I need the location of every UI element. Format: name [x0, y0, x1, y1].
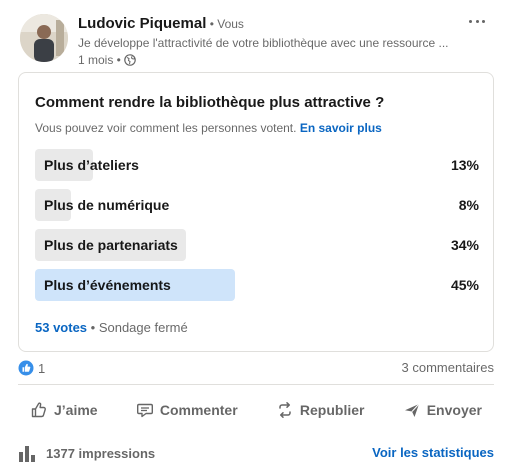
repost-label: Republier	[299, 402, 365, 418]
learn-more-link[interactable]: En savoir plus	[300, 121, 382, 135]
poll-option-label: Plus d’ateliers	[44, 157, 139, 173]
poll-question: Comment rendre la bibliothèque plus attr…	[35, 94, 385, 111]
send-icon	[404, 403, 420, 417]
view-stats-link[interactable]: Voir les statistiques	[372, 445, 494, 460]
repost-button[interactable]: Republier	[264, 392, 377, 428]
poll-note: Vous pouvez voir comment les personnes v…	[35, 120, 382, 136]
poll-note-text: Vous pouvez voir comment les personnes v…	[35, 121, 297, 135]
author-name[interactable]: Ludovic Piquemal	[78, 15, 206, 32]
reactions-number: 1	[38, 360, 46, 376]
poll-option: Plus de partenariats 34%	[35, 229, 479, 261]
like-button[interactable]: J’aime	[18, 392, 110, 428]
poll-option-percent: 13%	[450, 157, 479, 173]
impressions: 1377 impressions	[18, 444, 155, 462]
send-label: Envoyer	[426, 402, 482, 418]
poll-option-selected: Plus d’événements 45%	[35, 269, 479, 301]
thumbs-up-icon	[31, 402, 46, 418]
repost-icon	[279, 402, 291, 418]
post-time: 1 mois •	[78, 53, 121, 67]
comments-count[interactable]: 3 commentaires	[402, 360, 494, 375]
author-relation: • Vous	[206, 17, 244, 31]
analytics-bar: 1377 impressions Voir les statistiques	[18, 440, 494, 466]
like-label: J’aime	[54, 402, 98, 418]
send-button[interactable]: Envoyer	[391, 392, 494, 428]
bar-chart-icon	[19, 446, 35, 462]
author-block: Ludovic Piquemal • Vous Je développe l'a…	[78, 14, 458, 68]
poll-option: Plus d’ateliers 13%	[35, 149, 479, 181]
divider	[18, 384, 494, 385]
poll-option-label: Plus d’événements	[44, 277, 171, 293]
poll-option-percent: 34%	[450, 237, 479, 253]
social-counts: 1 3 commentaires	[18, 358, 494, 378]
poll-option-label: Plus de partenariats	[44, 237, 178, 253]
globe-icon	[124, 54, 136, 66]
poll-footer: 53 votes • Sondage fermé	[35, 319, 188, 337]
author-line: Ludovic Piquemal • Vous	[78, 14, 458, 34]
comment-icon	[136, 403, 153, 418]
reactions-count[interactable]: 1	[18, 360, 45, 376]
author-headline: Je développe l'attractivité de votre bib…	[78, 36, 449, 50]
like-reaction-icon	[18, 360, 34, 376]
action-bar: J’aime Commenter Republier Envoyer	[18, 392, 494, 428]
comment-label: Commenter	[159, 402, 238, 418]
avatar[interactable]	[20, 14, 68, 62]
poll-option-percent: 45%	[450, 277, 479, 293]
poll-status: • Sondage fermé	[87, 320, 188, 335]
comment-button[interactable]: Commenter	[124, 392, 250, 428]
poll-option: Plus de numérique 8%	[35, 189, 479, 221]
poll-option-percent: 8%	[458, 197, 479, 213]
post-header: Ludovic Piquemal • Vous Je développe l'a…	[20, 14, 490, 67]
votes-link[interactable]: 53 votes	[35, 320, 87, 335]
poll-option-label: Plus de numérique	[44, 197, 170, 213]
impressions-count: 1377 impressions	[46, 445, 156, 461]
post-meta: 1 mois •	[78, 52, 458, 68]
more-options-icon[interactable]	[466, 14, 488, 28]
poll-card: Comment rendre la bibliothèque plus attr…	[18, 72, 494, 352]
